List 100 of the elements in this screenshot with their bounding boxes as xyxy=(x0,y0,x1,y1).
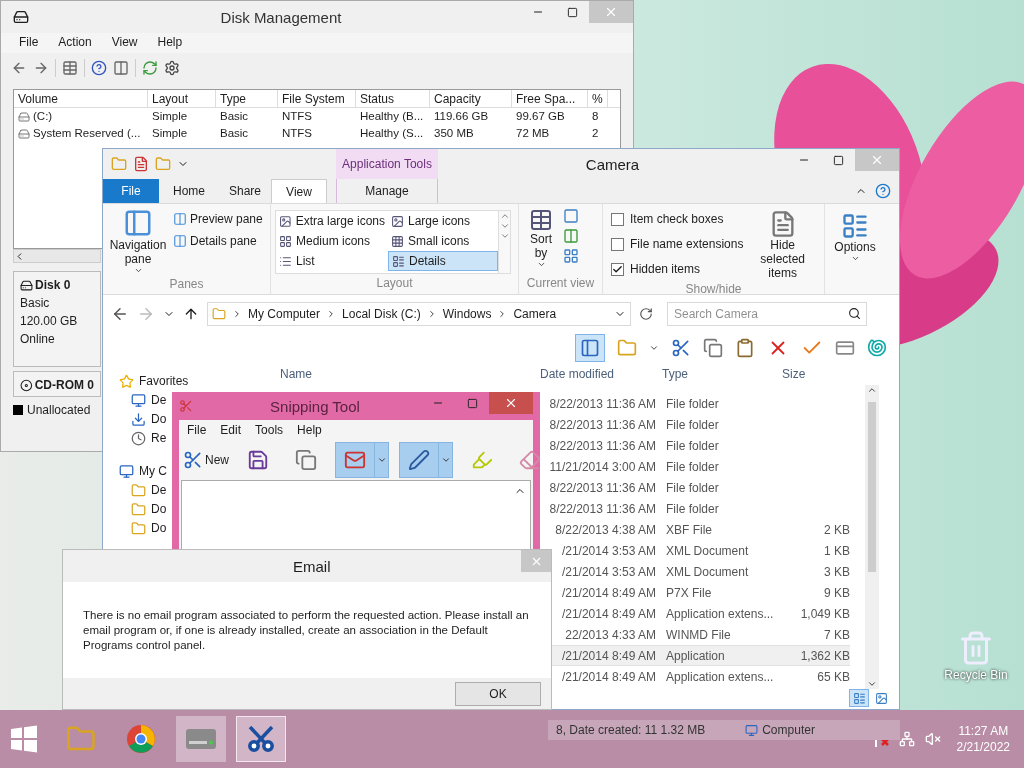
nav-item[interactable]: Do xyxy=(151,500,167,518)
layout-option[interactable]: List xyxy=(276,251,388,271)
nav-item[interactable]: Do xyxy=(151,410,167,428)
menu-item[interactable]: Edit xyxy=(220,421,242,439)
date-cell-text: 8/22/2013 11:36 AM xyxy=(549,500,656,518)
search-field[interactable]: Search Camera xyxy=(667,302,867,326)
file-row[interactable]: 8/22/2013 4:38 AM XBF File 2 KB xyxy=(548,519,850,540)
taskbar-app-button[interactable] xyxy=(236,716,286,762)
new-button[interactable]: New xyxy=(183,450,229,470)
horizontal-scrollbar[interactable] xyxy=(13,249,101,263)
scroll-down-icon xyxy=(499,221,510,231)
date-cell-text: /21/2014 8:49 AM xyxy=(561,668,656,686)
checkbox[interactable] xyxy=(611,262,624,276)
file-row[interactable]: 8/22/2013 11:36 AM File folder xyxy=(548,477,850,498)
pen-tool[interactable] xyxy=(399,442,453,478)
breadcrumb[interactable]: Local Disk (C:) xyxy=(342,305,421,323)
sort-by-button[interactable]: Sort by xyxy=(523,208,559,274)
file-row[interactable]: 8/22/2013 11:36 AM File folder xyxy=(548,414,850,435)
dialog-message: There is no email program associated to perform the requested action. Please install an email program or, if one is already installed, create an association in the Default Programs control panel. xyxy=(83,608,530,653)
pane-button[interactable]: Details pane xyxy=(173,232,263,250)
column-header[interactable]: Date modified xyxy=(536,365,658,383)
table-cell-text: Healthy (B... xyxy=(360,108,424,124)
file-row[interactable]: /21/2014 3:53 AM XML Document 3 KB xyxy=(548,561,850,582)
column-header[interactable]: Type xyxy=(216,90,278,107)
start-button[interactable] xyxy=(10,725,38,753)
disk-name: CD-ROM 0 xyxy=(34,377,94,394)
pane-button[interactable]: Preview pane xyxy=(173,210,263,228)
menu-item[interactable]: Help xyxy=(157,33,183,53)
vertical-scrollbar[interactable] xyxy=(865,385,879,689)
type-cell: File folder xyxy=(666,480,719,495)
column-header[interactable]: Type xyxy=(658,365,778,383)
file-row[interactable]: /21/2014 8:49 AM Application extens... 65 KB xyxy=(548,666,850,687)
breadcrumb[interactable]: Camera xyxy=(513,305,557,323)
hide-selected-items-button[interactable]: Hide selected items xyxy=(749,210,816,280)
ribbon-tab[interactable]: Share xyxy=(215,179,271,203)
column-header[interactable]: File System xyxy=(278,90,356,107)
type-cell: File folder xyxy=(666,417,719,432)
menu-item[interactable]: File xyxy=(19,33,39,53)
disk-panel[interactable]: CD-ROM 0 xyxy=(13,371,101,397)
file-row[interactable]: /21/2014 3:53 AM XML Document 1 KB xyxy=(548,540,850,561)
file-row[interactable]: /21/2014 8:49 AM P7X File 9 KB xyxy=(548,582,850,603)
nav-item[interactable]: My C xyxy=(139,462,167,480)
nav-item[interactable]: Favorites xyxy=(139,372,189,390)
file-row[interactable]: 22/2013 4:33 AM WINMD File 7 KB xyxy=(548,624,850,645)
layout-option[interactable]: Large icons xyxy=(388,211,498,231)
navigation-pane-button[interactable]: Navigation pane xyxy=(103,208,173,275)
menu-item[interactable]: File xyxy=(187,421,207,439)
column-header[interactable]: Capacity xyxy=(430,90,512,107)
preview-pane-toggle[interactable] xyxy=(575,334,605,362)
file-row[interactable]: 8/22/2013 11:36 AM File folder xyxy=(548,498,850,519)
column-header[interactable]: Size xyxy=(778,365,853,383)
ribbon-tab[interactable]: View xyxy=(271,179,327,203)
disk-management-icon xyxy=(13,9,29,25)
back-icon xyxy=(111,305,129,323)
nav-item[interactable]: De xyxy=(151,481,167,499)
layout-option[interactable]: Details xyxy=(388,251,498,271)
breadcrumb[interactable]: Windows xyxy=(442,305,492,323)
file-row[interactable]: /21/2014 8:49 AM Application extens... 1,049 KB xyxy=(548,603,850,624)
menu-item[interactable]: Tools xyxy=(255,421,284,439)
table-cell-text: (C:) xyxy=(33,108,53,124)
column-header[interactable]: Layout xyxy=(148,90,216,107)
column-header[interactable]: Free Spa... xyxy=(512,90,588,107)
table-cell-text: NTFS xyxy=(282,108,313,124)
envelope-icon xyxy=(344,449,366,471)
checklist-icon xyxy=(841,212,869,240)
checkbox[interactable] xyxy=(611,237,624,251)
maximize-icon xyxy=(466,397,478,409)
nav-item[interactable]: Do xyxy=(151,519,167,537)
details-view-button[interactable] xyxy=(849,689,869,707)
ribbon-tab[interactable]: File xyxy=(103,179,159,203)
type-cell: File folder xyxy=(666,501,719,516)
menu-item[interactable]: View xyxy=(111,33,138,53)
layout-option[interactable]: Extra large icons xyxy=(276,211,388,231)
menu-item[interactable]: Help xyxy=(297,421,322,439)
action-pane-icon xyxy=(113,60,129,76)
options-button[interactable]: Options xyxy=(825,204,885,294)
menu-item[interactable]: Action xyxy=(58,33,92,53)
checkbox[interactable] xyxy=(611,212,624,226)
layout-option[interactable]: Small icons xyxy=(388,231,498,251)
pen-icon xyxy=(408,449,430,471)
file-row[interactable]: 8/22/2013 11:36 AM File folder xyxy=(548,393,850,414)
ok-button[interactable]: OK xyxy=(455,681,541,706)
layout-option[interactable]: Medium icons xyxy=(276,231,388,251)
address-bar[interactable]: My Computer Local Disk (C:) Windows Camera xyxy=(207,302,631,326)
column-header[interactable]: Status xyxy=(356,90,430,107)
column-header[interactable]: % xyxy=(588,90,608,107)
nav-item[interactable]: De xyxy=(151,391,167,409)
nav-item[interactable]: Re xyxy=(151,429,167,447)
save-icon xyxy=(247,449,269,471)
checkbox-label: Item check boxes xyxy=(630,211,724,228)
disk-panel[interactable]: Disk 0 Basic 120.00 GB Online xyxy=(13,271,101,367)
breadcrumb[interactable]: My Computer xyxy=(248,305,321,323)
column-header[interactable]: Name xyxy=(258,365,536,383)
table-cell-text: 350 MB xyxy=(434,125,474,141)
column-header[interactable]: Volume xyxy=(14,90,148,107)
close-button[interactable] xyxy=(489,392,533,414)
file-row[interactable]: 8/22/2013 11:36 AM File folder xyxy=(548,435,850,456)
envelope-tool[interactable] xyxy=(335,442,389,478)
file-row[interactable]: 11/21/2014 3:00 AM File folder xyxy=(548,456,850,477)
ribbon-tab[interactable]: Home xyxy=(159,179,215,203)
